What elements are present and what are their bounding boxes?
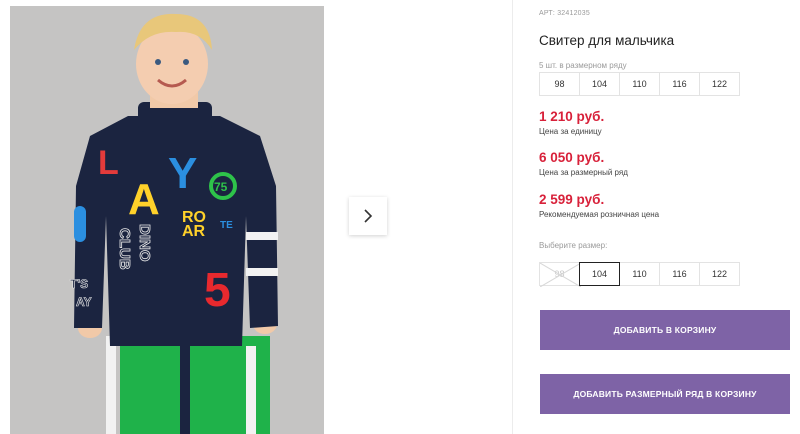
sweater-letter: A [128,175,160,224]
size-option-label: 122 [711,269,728,279]
pack-size: 98 [539,72,580,96]
size-option-label: 104 [591,269,608,279]
product-photo[interactable]: L A Y 75 RO AR TE DINO CLUB 5 T'S AY [10,6,324,434]
sweater-letter: DINO [136,224,153,262]
pack-price: 6 050 руб. [539,150,605,165]
size-option-label: 116 [672,269,687,279]
choose-size-label: Выберите размер: [539,241,608,250]
pack-size: 116 [659,72,700,96]
sweater-letter: CLUB [116,228,133,270]
sweater-letter: L [98,144,119,182]
unavailable-cross-icon [540,263,581,287]
product-gallery: L A Y 75 RO AR TE DINO CLUB 5 T'S AY [10,6,513,434]
add-pack-to-cart-button[interactable]: ДОБАВИТЬ РАЗМЕРНЫЙ РЯД В КОРЗИНУ [540,374,790,414]
size-option-label: 110 [632,269,647,279]
sweater-letter: T'S [70,277,88,291]
pack-label: 5 шт. в размерном ряду [539,61,627,70]
sweater-letter: TE [220,220,233,231]
article-number: АРТ: 32412035 [539,10,590,17]
product-title: Свитер для мальчика [539,33,675,48]
sweater-letter: AR [182,223,206,240]
add-to-cart-button[interactable]: ДОБАВИТЬ В КОРЗИНУ [540,310,790,350]
pack-size: 104 [579,72,620,96]
size-selector: 98 104 110 116 122 [539,262,740,287]
sweater-letter: Y [168,149,197,198]
column-divider [512,0,513,434]
size-option-116[interactable]: 116 [659,262,700,286]
pack-price-note: Цена за размерный ряд [539,168,628,177]
size-option-104[interactable]: 104 [579,262,620,286]
sweater-letter: AY [76,295,92,309]
size-option-122[interactable]: 122 [699,262,740,286]
size-option-110[interactable]: 110 [619,262,660,286]
pack-size: 110 [619,72,660,96]
pack-size: 122 [699,72,740,96]
chevron-right-icon [364,209,373,223]
size-option-98: 98 [539,262,581,287]
article-label: АРТ: [539,10,556,17]
retail-price-note: Рекомендуемая розничная цена [539,210,660,219]
retail-price: 2 599 руб. [539,192,605,207]
article-value: 32412035 [557,10,590,17]
unit-price: 1 210 руб. [539,109,605,124]
sweater-letter: 75 [214,180,228,194]
unit-price-note: Цена за единицу [539,127,602,136]
sweater-letter: 5 [204,264,231,317]
next-image-button[interactable] [349,197,387,235]
pack-sizes: 98 104 110 116 122 [539,72,740,96]
